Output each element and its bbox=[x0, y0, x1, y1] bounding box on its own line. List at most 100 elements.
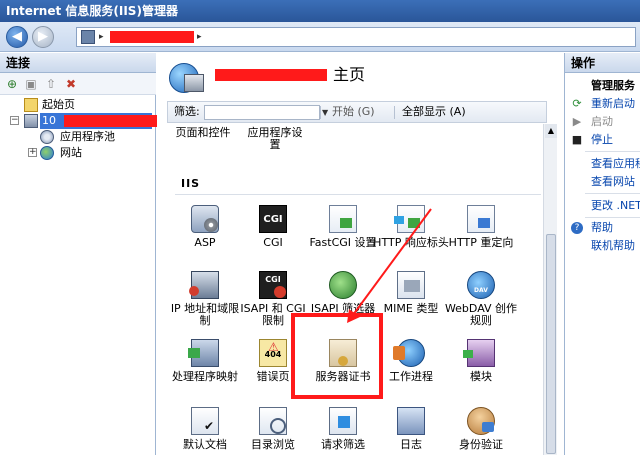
request-filtering-icon bbox=[329, 407, 357, 435]
address-bar-area: ◀ ▶ ▸ ▸ bbox=[0, 22, 640, 52]
feature-label: HTTP 响应标头 bbox=[373, 236, 449, 249]
actions-title: 操作 bbox=[565, 53, 640, 73]
toolbar-divider bbox=[394, 106, 395, 119]
start-filter-button[interactable]: 开始 (G) bbox=[332, 102, 375, 122]
feature-worker-processes[interactable]: 工作进程 bbox=[373, 339, 449, 383]
feature-webdav-rules[interactable]: WebDAV 创作规则 bbox=[443, 271, 519, 327]
actions-panel: 操作 管理服务 ⟳ 重新启动 ▶ 启动 ■ 停止 查看应用程 查看网站 更改 .… bbox=[564, 53, 640, 455]
error-pages-icon: 404 bbox=[259, 339, 287, 367]
directory-browsing-icon bbox=[259, 407, 287, 435]
collapse-icon[interactable]: − bbox=[10, 116, 19, 125]
save-icon[interactable]: ▣ bbox=[24, 77, 38, 91]
isapi-cgi-restrictions-icon: CGI bbox=[259, 271, 287, 299]
server-icon bbox=[24, 114, 38, 128]
authentication-icon bbox=[467, 407, 495, 435]
server-globe-icon bbox=[169, 63, 204, 93]
tree-item-label: 网站 bbox=[60, 146, 82, 159]
manage-server-heading: 管理服务 bbox=[591, 79, 635, 92]
feature-app-settings[interactable]: 应用程序设置 bbox=[243, 127, 307, 151]
asp-icon bbox=[191, 205, 219, 233]
app-pool-icon bbox=[40, 130, 54, 144]
feature-ip-domain-restrictions[interactable]: IP 地址和域限制 bbox=[167, 271, 243, 327]
help-icon: ? bbox=[571, 222, 583, 234]
start-page-icon bbox=[24, 98, 38, 112]
connections-title: 连接 bbox=[0, 53, 156, 73]
stop-link[interactable]: 停止 bbox=[591, 133, 613, 147]
disconnect-icon[interactable]: ✖ bbox=[64, 77, 78, 91]
online-help-link[interactable]: 联机帮助 bbox=[591, 239, 635, 253]
feature-logging[interactable]: 日志 bbox=[373, 407, 449, 451]
logging-icon bbox=[397, 407, 425, 435]
feature-request-filtering[interactable]: 请求筛选 bbox=[305, 407, 381, 451]
back-button[interactable]: ◀ bbox=[6, 26, 28, 48]
mime-types-icon bbox=[397, 271, 425, 299]
help-link[interactable]: 帮助 bbox=[591, 221, 613, 235]
feature-mime-types[interactable]: MIME 类型 bbox=[373, 271, 449, 315]
feature-cgi[interactable]: CGI CGI bbox=[235, 205, 311, 249]
feature-authentication[interactable]: 身份验证 bbox=[443, 407, 519, 451]
feature-pages-controls[interactable]: 页面和控件 bbox=[173, 127, 233, 139]
sites-icon bbox=[40, 146, 54, 160]
filter-input[interactable] bbox=[204, 105, 320, 120]
change-dotnet-link[interactable]: 更改 .NET bbox=[591, 199, 640, 213]
feature-modules[interactable]: 模块 bbox=[443, 339, 519, 383]
breadcrumb-arrow[interactable]: ▸ bbox=[197, 28, 202, 46]
highlight-box bbox=[291, 313, 383, 399]
redacted-server-name bbox=[215, 69, 327, 81]
start-icon: ▶ bbox=[572, 115, 582, 128]
page-header: 主页 bbox=[157, 53, 563, 95]
breadcrumb-separator: ▸ bbox=[99, 32, 104, 42]
actions-divider bbox=[585, 151, 640, 152]
actions-divider bbox=[585, 193, 640, 194]
start-link[interactable]: 启动 bbox=[591, 115, 613, 129]
connect-icon[interactable]: ⊕ bbox=[5, 77, 19, 91]
feature-label: 身份验证 bbox=[459, 438, 503, 451]
window-title: Internet 信息服务(IIS)管理器 bbox=[0, 0, 640, 22]
feature-label: 工作进程 bbox=[389, 370, 433, 383]
webdav-icon bbox=[467, 271, 495, 299]
restart-icon: ⟳ bbox=[572, 97, 582, 110]
scroll-up-icon[interactable]: ▲ bbox=[545, 124, 557, 138]
scroll-thumb[interactable] bbox=[546, 234, 556, 454]
restart-link[interactable]: 重新启动 bbox=[591, 97, 635, 111]
toolbar-divider bbox=[320, 106, 321, 119]
feature-label: WebDAV 创作规则 bbox=[444, 302, 518, 327]
show-all-button[interactable]: 全部显示 (A) bbox=[402, 102, 466, 122]
feature-isapi-filters[interactable]: ISAPI 筛选器 bbox=[305, 271, 381, 315]
feature-label: FastCGI 设置 bbox=[309, 236, 377, 249]
tree-item-server[interactable]: − 10 bbox=[8, 113, 160, 129]
vertical-scrollbar[interactable]: ▲ bbox=[543, 124, 557, 455]
feature-default-document[interactable]: 默认文档 bbox=[167, 407, 243, 451]
feature-http-response-headers[interactable]: HTTP 响应标头 bbox=[373, 205, 449, 249]
filter-label: 筛选: bbox=[174, 105, 200, 118]
server-icon bbox=[81, 30, 95, 44]
feature-label: 日志 bbox=[400, 438, 422, 451]
tree-item-label: 应用程序池 bbox=[60, 130, 115, 143]
feature-asp[interactable]: ASP bbox=[167, 205, 243, 249]
forward-button[interactable]: ▶ bbox=[32, 26, 54, 48]
view-sites-link[interactable]: 查看网站 bbox=[591, 175, 635, 189]
feature-label: HTTP 重定向 bbox=[448, 236, 514, 249]
feature-http-redirect[interactable]: HTTP 重定向 bbox=[443, 205, 519, 249]
connections-toolbar: ⊕ ▣ ⇧ ✖ bbox=[0, 73, 156, 95]
address-bar[interactable]: ▸ ▸ bbox=[76, 27, 636, 47]
feature-label: 模块 bbox=[470, 370, 492, 383]
features-view: 主页 筛选: ▼ 开始 (G) 全部显示 (A) ▲ 页面和控件 应用程序设置 … bbox=[157, 53, 563, 455]
feature-label: 处理程序映射 bbox=[172, 370, 238, 383]
feature-handler-mappings[interactable]: 处理程序映射 bbox=[167, 339, 243, 383]
redacted-address bbox=[110, 31, 194, 43]
feature-fastcgi[interactable]: FastCGI 设置 bbox=[305, 205, 381, 249]
actions-divider bbox=[585, 217, 640, 218]
up-level-icon[interactable]: ⇧ bbox=[44, 77, 58, 91]
fastcgi-icon bbox=[329, 205, 357, 233]
expand-icon[interactable]: + bbox=[28, 148, 37, 157]
section-divider bbox=[175, 194, 541, 195]
filter-dropdown-icon[interactable]: ▼ bbox=[322, 105, 328, 120]
feature-directory-browsing[interactable]: 目录浏览 bbox=[235, 407, 311, 451]
filter-bar: 筛选: ▼ 开始 (G) 全部显示 (A) bbox=[167, 101, 547, 123]
http-headers-icon bbox=[394, 205, 425, 233]
view-app-pools-link[interactable]: 查看应用程 bbox=[591, 157, 640, 171]
feature-label: 页面和控件 bbox=[175, 126, 231, 139]
handler-mappings-icon bbox=[188, 339, 219, 367]
feature-label: 目录浏览 bbox=[251, 438, 295, 451]
